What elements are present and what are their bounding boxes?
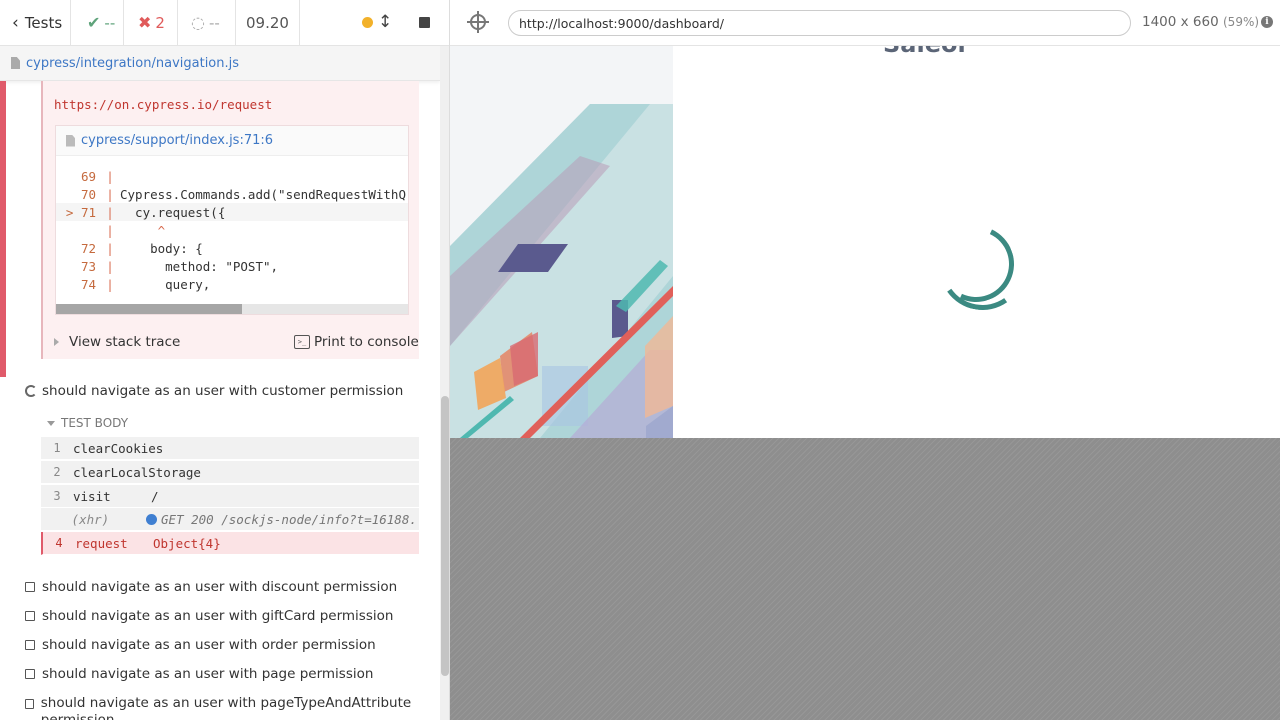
command-row[interactable]: 1 clearCookies (41, 437, 419, 460)
stop-button[interactable] (419, 17, 430, 28)
command-name: clearCookies (73, 440, 164, 456)
aut-iframe: Saleor (450, 46, 1280, 438)
checkbox-icon (25, 669, 35, 679)
duration: 09.20 (236, 0, 300, 46)
command-message: / (151, 488, 159, 504)
scrollbar-thumb[interactable] (441, 396, 449, 676)
caret-right-icon (54, 338, 59, 346)
checkbox-icon (25, 582, 35, 592)
code-line-caret: | ^ (106, 222, 166, 238)
code-line: 74 | query, (80, 276, 211, 292)
command-row[interactable]: 2 clearLocalStorage (41, 461, 419, 484)
test-pending[interactable]: should navigate as an user with order pe… (25, 637, 376, 653)
passed-count[interactable]: ✔ -- (71, 0, 124, 46)
test-pending[interactable]: should navigate as an user with discount… (25, 579, 397, 595)
command-name: (xhr) (71, 511, 110, 527)
chevron-left-icon: ‹ (12, 12, 19, 33)
test-title: should navigate as an user with page per… (42, 666, 374, 682)
code-horizontal-scrollbar[interactable] (56, 304, 408, 314)
refresh-icon (25, 385, 37, 397)
reporter-panel: ‹ Tests ✔ -- ✖ 2 ◌ -- 09.20 ↕ cypress/in… (0, 0, 450, 720)
test-title: should navigate as an user with pageType… (40, 695, 412, 720)
tests-label: Tests (24, 13, 63, 32)
test-body-label: TEST BODY (61, 416, 129, 430)
file-icon (11, 57, 20, 69)
loading-spinner-icon (927, 215, 1025, 313)
viewport-scale: (59%) (1223, 15, 1260, 29)
viewport-info: 1400 x 660 (59%) (1142, 14, 1259, 30)
pending-count[interactable]: ◌ -- (178, 0, 236, 46)
tests-back-button[interactable]: ‹ Tests (0, 0, 71, 46)
code-frame: cypress/support/index.js:71:6 69 | 70 | Cyp… (55, 125, 409, 315)
command-row-failed[interactable]: 4 request Object{4} (41, 532, 419, 555)
command-row-xhr[interactable]: (xhr) GET 200 /sockjs-node/info?t=16188.… (41, 508, 419, 531)
spec-file-bar: cypress/integration/navigation.js (0, 46, 440, 81)
test-title: should navigate as an user with giftCard… (42, 608, 394, 624)
spec-file-link[interactable]: cypress/integration/navigation.js (26, 56, 239, 71)
scrollbar-thumb[interactable] (56, 304, 242, 314)
info-icon[interactable]: i (1261, 16, 1273, 28)
xhr-status-icon (146, 513, 158, 525)
illustration-svg (450, 104, 673, 438)
url-bar[interactable]: http://localhost:9000/dashboard/ (508, 10, 1131, 36)
test-title: should navigate as an user with order pe… (42, 637, 376, 653)
command-name: visit (73, 488, 111, 504)
code-line: 69 | (80, 168, 114, 184)
test-pending[interactable]: should navigate as an user with giftCard… (25, 608, 393, 624)
code-line-highlighted: > 71 | cy.request({ (56, 203, 408, 221)
test-title: should navigate as an user with discount… (42, 579, 398, 595)
error-box: https://on.cypress.io/request cypress/su… (41, 81, 419, 359)
command-name: clearLocalStorage (73, 464, 201, 480)
passed-value: -- (104, 13, 116, 32)
command-message: GET 200 /sockjs-node/info?t=16188... (161, 511, 419, 527)
failed-count[interactable]: ✖ 2 (124, 0, 178, 46)
test-pending[interactable]: should navigate as an user with pageType… (25, 695, 420, 720)
failed-test-stripe (0, 81, 6, 377)
print-to-console-label: Print to console (314, 334, 419, 350)
viewport-size: 1400 x 660 (1142, 14, 1219, 30)
reporter-stats-bar: ‹ Tests ✔ -- ✖ 2 ◌ -- 09.20 ↕ (0, 0, 449, 46)
auto-scroll-toggle-icon[interactable]: ↕ (378, 12, 392, 32)
viewport-outside-area (450, 438, 1280, 720)
caret-down-icon (47, 420, 55, 426)
page-heading-fragment: Saleor (883, 46, 969, 58)
error-docs-link[interactable]: https://on.cypress.io/request (54, 97, 272, 112)
code-line: 73 | method: "POST", (80, 258, 279, 274)
code-frame-file: cypress/support/index.js:71:6 (56, 126, 408, 156)
test-running[interactable]: should navigate as an user with customer… (25, 383, 403, 399)
test-body-header[interactable]: TEST BODY (47, 416, 128, 430)
view-stack-trace-toggle[interactable]: View stack trace (54, 334, 180, 350)
file-icon (66, 134, 75, 147)
view-stack-trace-label: View stack trace (69, 334, 181, 350)
code-frame-file-link[interactable]: cypress/support/index.js:71:6 (81, 133, 273, 148)
reporter-scrollbar[interactable] (440, 46, 449, 720)
login-illustration (450, 46, 673, 438)
check-icon: ✔ (87, 13, 101, 32)
command-message: Object{4} (153, 535, 221, 551)
print-to-console-button[interactable]: >_ Print to console (294, 334, 419, 350)
x-icon: ✖ (138, 13, 152, 32)
test-pending[interactable]: should navigate as an user with page per… (25, 666, 373, 682)
selector-playground-crosshair-icon[interactable] (467, 11, 489, 33)
checkbox-icon (25, 640, 35, 650)
checkbox-icon (25, 611, 35, 621)
code-line: 72 | body: { (80, 240, 203, 256)
test-title: should navigate as an user with customer… (42, 383, 404, 399)
terminal-icon: >_ (294, 335, 310, 349)
code-line: 70 | Cypress.Commands.add("sendRequestWith… (80, 186, 406, 202)
circle-notch-icon: ◌ (191, 13, 205, 32)
failed-value: 2 (155, 13, 165, 32)
aut-header: http://localhost:9000/dashboard/ 1400 x … (450, 0, 1280, 46)
command-name: request (75, 535, 128, 551)
running-indicator-icon (362, 17, 373, 28)
command-row[interactable]: 3 visit / (41, 485, 419, 508)
pending-value: -- (208, 13, 220, 32)
checkbox-icon (25, 699, 34, 709)
